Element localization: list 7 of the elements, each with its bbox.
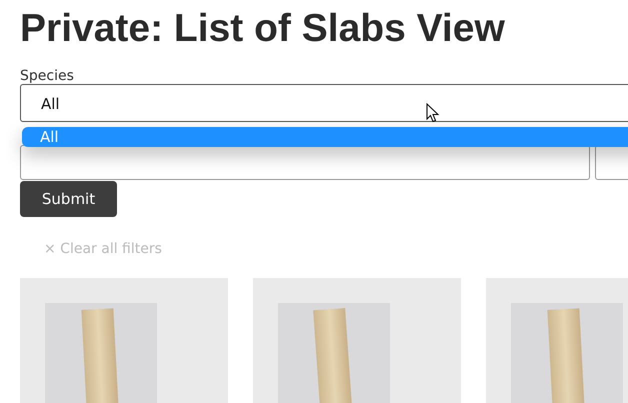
mouse-pointer-icon [426, 103, 439, 123]
product-card[interactable] [20, 278, 228, 403]
page-title: Private: List of Slabs View [19, 6, 506, 52]
submit-button[interactable]: Submit [20, 181, 117, 217]
species-select[interactable]: All [20, 84, 628, 122]
field-label: Species [20, 68, 75, 84]
product-card[interactable] [253, 278, 461, 403]
